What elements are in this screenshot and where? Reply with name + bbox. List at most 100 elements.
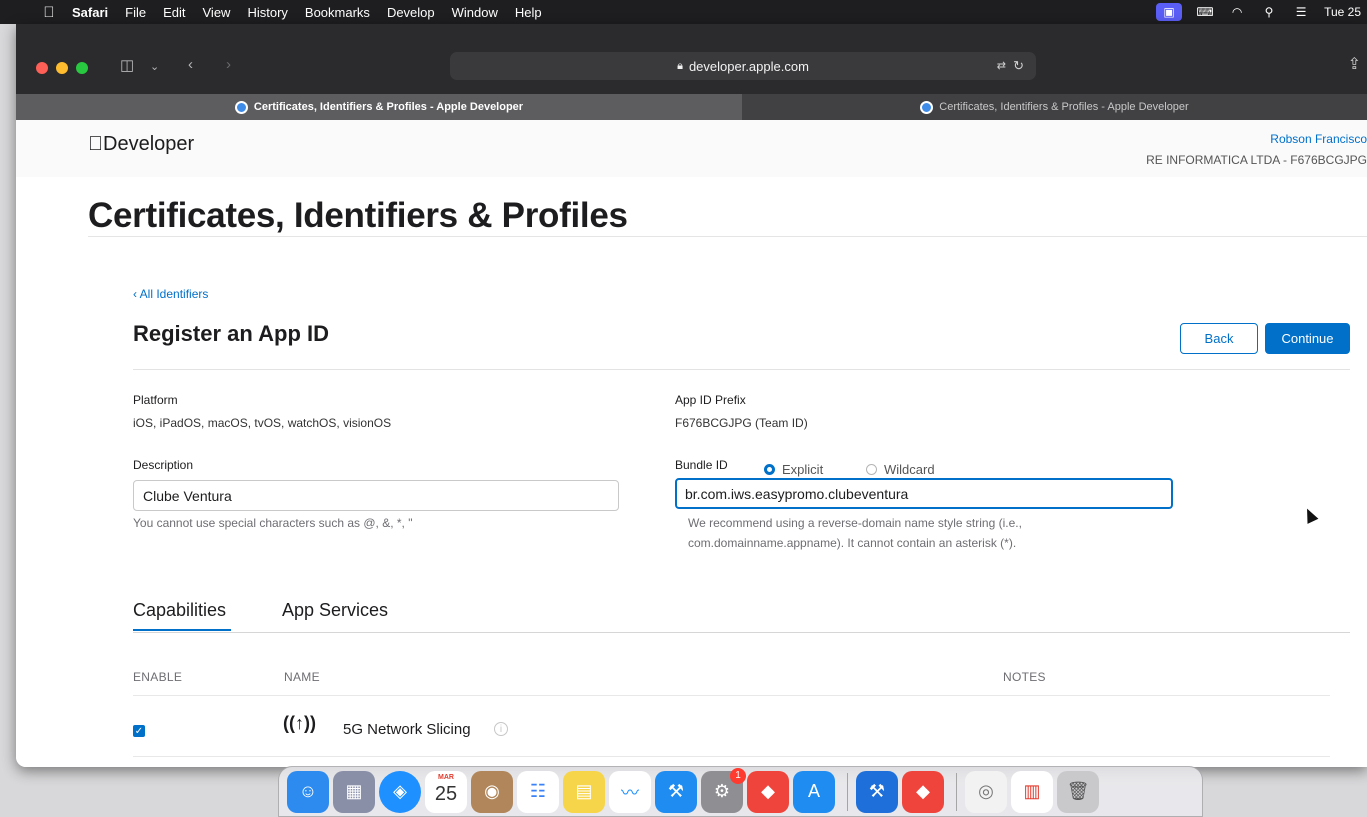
bundle-wildcard-label: Wildcard	[884, 462, 935, 477]
launchpad-icon[interactable]: ▦	[333, 770, 375, 813]
dock-separator	[847, 772, 848, 811]
page-title: Certificates, Identifiers & Profiles	[88, 196, 628, 235]
divider	[133, 369, 1350, 370]
screen-share-icon[interactable]: ▣	[1156, 3, 1183, 21]
description-help-text: You cannot use special characters such a…	[133, 516, 413, 530]
calendar-month: MAR	[438, 773, 454, 781]
app-id-prefix-value: F676BCGJPG (Team ID)	[675, 416, 808, 430]
share-icon[interactable]: ⇪	[1348, 54, 1361, 74]
translate-icon[interactable]: ⇄	[997, 59, 1006, 72]
keyboard-icon[interactable]: ⌨	[1196, 5, 1214, 19]
back-nav-icon[interactable]: ‹	[188, 56, 193, 73]
favicon-icon	[920, 100, 934, 114]
lock-icon: 🔒︎	[677, 59, 683, 72]
system-settings-icon[interactable]: ⚙ 1	[701, 767, 746, 813]
developer-header: Developer Robson Francisco RE INFORMATI…	[16, 120, 1367, 177]
spotlight-search-icon[interactable]: ⚲	[1260, 5, 1278, 19]
menu-file[interactable]: File	[125, 5, 146, 20]
menu-bar:  Safari File Edit View History Bookmark…	[0, 0, 1367, 24]
developer-logo-text: Developer	[88, 133, 194, 155]
close-window-button[interactable]	[36, 62, 48, 74]
transporter-icon[interactable]: ◆	[902, 770, 944, 813]
tab-app-services[interactable]: App Services	[282, 600, 388, 621]
forward-nav-icon[interactable]: ›	[226, 56, 231, 73]
bundle-help-line2: com.domainname.appname). It cannot conta…	[688, 536, 1017, 550]
developer-logo[interactable]: Developer	[88, 133, 194, 156]
menu-window[interactable]: Window	[452, 5, 498, 20]
menu-view[interactable]: View	[203, 5, 231, 20]
address-bar[interactable]: 🔒︎ developer.apple.com ⇄ ↻	[450, 52, 1036, 80]
tab-capabilities[interactable]: Capabilities	[133, 600, 226, 621]
capability-name: 5G Network Slicing	[343, 721, 471, 738]
info-icon[interactable]: i	[494, 722, 508, 736]
mouse-cursor-icon	[1301, 506, 1319, 524]
freeform-icon[interactable]: 〰	[609, 770, 651, 813]
finder-icon[interactable]: ☺	[287, 770, 329, 813]
all-identifiers-link[interactable]: ‹ All Identifiers	[133, 287, 208, 301]
enable-checkbox[interactable]: ✓	[133, 725, 145, 737]
divider	[133, 756, 1330, 757]
menu-develop[interactable]: Develop	[387, 5, 435, 20]
menu-history[interactable]: History	[247, 5, 287, 20]
platform-value: iOS, iPadOS, macOS, tvOS, watchOS, visio…	[133, 416, 392, 430]
menu-app-name[interactable]: Safari	[72, 5, 108, 20]
menu-bookmarks[interactable]: Bookmarks	[305, 5, 370, 20]
browser-tab-inactive[interactable]: Certificates, Identifiers & Profiles - A…	[742, 94, 1367, 120]
tab-bar: Certificates, Identifiers & Profiles - A…	[16, 94, 1367, 120]
tab-title: Certificates, Identifiers & Profiles - A…	[253, 101, 524, 113]
menu-edit[interactable]: Edit	[163, 5, 185, 20]
apple-menu-icon[interactable]: 	[36, 4, 62, 21]
bundle-id-label: Bundle ID	[675, 458, 728, 472]
menu-clock[interactable]: Tue 25	[1324, 5, 1361, 19]
contacts-icon[interactable]: ◉	[471, 770, 513, 813]
description-input[interactable]: Clube Ventura	[133, 480, 619, 511]
radio-unselected-icon	[866, 464, 877, 475]
description-label: Description	[133, 458, 194, 472]
preview-document-icon[interactable]: ▥	[1011, 770, 1053, 813]
bundle-explicit-label: Explicit	[782, 462, 824, 477]
anydesk-icon[interactable]: ◆	[747, 770, 789, 813]
zoom-window-button[interactable]	[76, 62, 88, 74]
browser-tab-active[interactable]: Certificates, Identifiers & Profiles - A…	[16, 94, 742, 120]
wifi-icon[interactable]: ◠	[1228, 5, 1246, 19]
notes-icon[interactable]: ▤	[563, 770, 605, 813]
continue-button[interactable]: Continue	[1265, 323, 1350, 354]
reload-icon[interactable]: ↻	[1013, 58, 1024, 74]
status-area: ▣ ⌨ ◠ ⚲ ☰ Tue 25	[1156, 0, 1367, 24]
bundle-wildcard-radio[interactable]: Wildcard	[866, 462, 935, 477]
app-store-icon[interactable]: A	[793, 770, 835, 813]
divider	[133, 695, 1330, 696]
calendar-day: 25	[434, 782, 458, 805]
page-content: Developer Robson Francisco RE INFORMATI…	[16, 120, 1367, 767]
xcode-icon[interactable]: ⚒	[856, 770, 898, 813]
apple-logo-icon: 	[88, 133, 103, 155]
control-center-icon[interactable]: ☰	[1292, 5, 1310, 19]
account-name-link[interactable]: Robson Francisco	[1270, 132, 1367, 146]
bundle-id-input[interactable]: br.com.iws.easypromo.clubeventura	[675, 478, 1173, 509]
antenna-icon: ((↑))	[283, 713, 316, 733]
dock-separator	[956, 772, 957, 811]
url-text: developer.apple.com	[688, 58, 809, 74]
tab-title: Certificates, Identifiers & Profiles - A…	[939, 101, 1189, 113]
radio-selected-icon	[764, 464, 775, 475]
safari-window: ◫ ⌄ ‹ › 🔒︎ developer.apple.com ⇄ ↻ ⇪ Cer…	[16, 24, 1367, 767]
back-button[interactable]: Back	[1180, 323, 1258, 354]
register-app-id-heading: Register an App ID	[133, 321, 329, 346]
chevron-down-icon[interactable]: ⌄	[150, 60, 159, 73]
bundle-explicit-radio[interactable]: Explicit	[764, 462, 823, 477]
sidebar-toggle-icon[interactable]: ◫	[120, 56, 134, 74]
account-org: RE INFORMATICA LTDA - F676BCGJPG	[1146, 153, 1367, 167]
platform-label: Platform	[133, 393, 178, 407]
minimize-window-button[interactable]	[56, 62, 68, 74]
calendar-icon[interactable]: MAR 25	[425, 770, 467, 813]
reminders-icon[interactable]: ☷	[517, 770, 559, 813]
notification-badge: 1	[730, 767, 746, 784]
column-header-notes: NOTES	[1003, 670, 1046, 684]
menu-help[interactable]: Help	[515, 5, 542, 20]
document-icon[interactable]: ◎	[965, 770, 1007, 813]
bundle-help-line1: We recommend using a reverse-domain name…	[688, 516, 1022, 530]
safari-icon[interactable]: ◈	[379, 770, 421, 813]
trash-icon[interactable]: 🗑︎	[1057, 770, 1099, 813]
app-id-prefix-label: App ID Prefix	[675, 393, 746, 407]
instruments-icon[interactable]: ⚒	[655, 770, 697, 813]
